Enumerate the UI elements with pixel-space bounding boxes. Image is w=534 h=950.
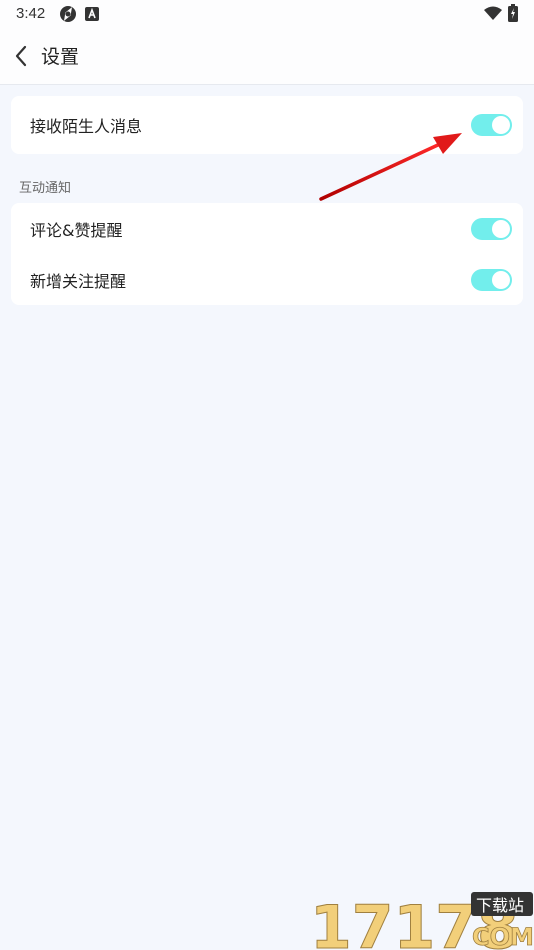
section-title-interaction: 互动通知 — [19, 181, 72, 196]
interaction-notification-card: 评论&赞提醒 新增关注提醒 — [11, 203, 523, 305]
toggle-knob — [492, 220, 510, 238]
toggle-knob — [492, 271, 510, 289]
a-square-icon — [85, 6, 99, 25]
toggle-knob — [492, 116, 510, 134]
watermark-logo: 17178 下载站 COM — [310, 890, 534, 950]
setting-label: 新增关注提醒 — [30, 272, 127, 291]
new-follower-toggle[interactable] — [471, 269, 512, 291]
stranger-message-card: 接收陌生人消息 — [11, 96, 523, 154]
chevron-left-icon — [15, 45, 27, 67]
watermark-domain: COM — [472, 923, 534, 950]
setting-row-new-follower: 新增关注提醒 — [11, 255, 523, 305]
setting-label: 评论&赞提醒 — [30, 221, 123, 240]
stranger-messages-toggle[interactable] — [471, 114, 512, 136]
page-title: 设置 — [41, 46, 80, 68]
status-bar: 3:42 — [0, 0, 534, 28]
setting-row-comment-like: 评论&赞提醒 — [11, 204, 523, 254]
comment-like-toggle[interactable] — [471, 218, 512, 240]
status-time: 3:42 — [16, 5, 46, 22]
setting-row-stranger-messages: 接收陌生人消息 — [11, 100, 523, 150]
aperture-icon — [59, 5, 77, 27]
watermark-tag: 下载站 — [476, 896, 524, 915]
wifi-icon — [484, 6, 502, 25]
battery-charging-icon — [508, 4, 518, 26]
app-header: 设置 — [0, 28, 534, 85]
back-button[interactable] — [12, 42, 32, 70]
setting-label: 接收陌生人消息 — [30, 117, 143, 136]
